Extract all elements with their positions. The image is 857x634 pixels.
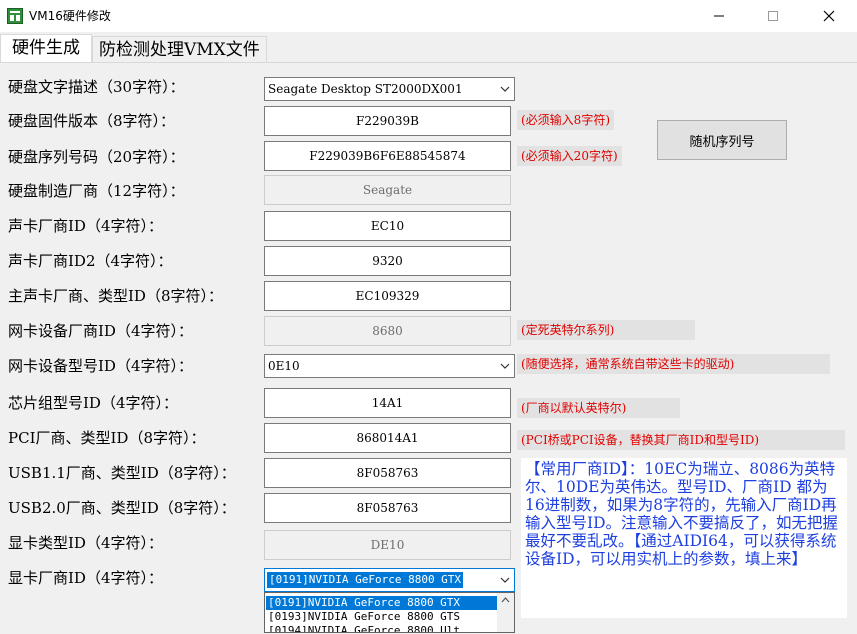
disk-vendor-label: 硬盘制造厂商（12字符）： [8, 182, 185, 200]
dropdown-scrollbar[interactable] [497, 593, 514, 632]
disk-desc-combo[interactable]: Seagate Desktop ST2000DX001 [264, 77, 515, 101]
gpu-type-label: 显卡类型ID（4字符）： [8, 534, 163, 552]
chevron-down-icon[interactable] [496, 355, 514, 377]
close-button[interactable] [806, 0, 852, 32]
nic-model-combo[interactable]: 0E10 [264, 354, 515, 378]
close-icon [823, 10, 835, 22]
maximize-button[interactable] [750, 0, 796, 32]
disk-fw-note: (必须输入8字符) [517, 110, 614, 130]
disk-serial-note: (必须输入20字符) [517, 146, 622, 166]
gpu-vendor-dropdown[interactable]: [0191]NVIDIA GeForce 8800 GTX [0193]NVID… [264, 592, 515, 633]
minimize-button[interactable] [696, 0, 742, 32]
sound-vendor2-input[interactable]: 9320 [264, 246, 511, 276]
pci-note: (PCI桥或PCI设备，替换其厂商ID和型号ID) [517, 430, 845, 450]
window-title: VM16硬件修改 [29, 9, 111, 23]
usb11-label: USB1.1厂商、类型ID（8字符）： [8, 464, 236, 482]
pci-label: PCI厂商、类型ID（8字符）： [8, 429, 206, 447]
disk-desc-value: Seagate Desktop ST2000DX001 [268, 82, 463, 96]
main-sound-input[interactable]: EC109329 [264, 281, 511, 311]
gpu-vendor-combo[interactable]: [0191]NVIDIA GeForce 8800 GTX [264, 568, 515, 592]
gpu-option[interactable]: [0194]NVIDIA GeForce 8800 Ult [266, 624, 498, 632]
pci-input[interactable]: 868014A1 [264, 423, 511, 453]
minimize-icon [714, 15, 724, 17]
gpu-vendor-label: 显卡厂商ID（4字符）： [8, 569, 163, 587]
title-bar: VM16硬件修改 [0, 0, 857, 32]
gpu-option[interactable]: [0191]NVIDIA GeForce 8800 GTX [266, 596, 498, 610]
main-sound-label: 主声卡厂商、类型ID（8字符）： [8, 287, 223, 305]
chevron-up-icon[interactable] [497, 593, 514, 607]
chipset-note: (厂商以默认英特尔) [517, 398, 680, 418]
disk-vendor-input: Seagate [264, 175, 511, 205]
disk-serial-label: 硬盘序列号码（20字符）： [8, 148, 185, 166]
disk-desc-label: 硬盘文字描述（30字符）： [8, 78, 185, 96]
nic-model-label: 网卡设备型号ID（4字符）： [8, 357, 193, 375]
nic-model-value: 0E10 [268, 359, 300, 373]
disk-fw-input[interactable]: F229039B [264, 106, 511, 136]
tab-strip: 硬件生成 防检测处理VMX文件 [0, 32, 857, 65]
random-serial-button[interactable]: 随机序列号 [657, 120, 787, 160]
maximize-icon [768, 11, 778, 21]
sound-vendor-label: 声卡厂商ID（4字符）： [8, 217, 163, 235]
sound-vendor-input[interactable]: EC10 [264, 211, 511, 241]
nic-vendor-label: 网卡设备厂商ID（4字符）： [8, 322, 193, 340]
usb20-input[interactable]: 8F058763 [264, 493, 511, 523]
gpu-option[interactable]: [0193]NVIDIA GeForce 8800 GTS [266, 610, 498, 624]
chipset-label: 芯片组型号ID（4字符）： [8, 394, 178, 412]
nic-model-note: (随便选择，通常系统自带这些卡的驱动) [517, 354, 830, 374]
sound-vendor2-label: 声卡厂商ID2（4字符）： [8, 252, 173, 270]
tab-vmx-anti-detect[interactable]: 防检测处理VMX文件 [92, 36, 267, 63]
gpu-vendor-value: [0191]NVIDIA GeForce 8800 GTX [267, 572, 464, 588]
disk-fw-label: 硬盘固件版本（8字符）： [8, 112, 176, 130]
vendor-id-help-text: 【常用厂商ID】：10EC为瑞立、8086为英特尔、10DE为英伟达。型号ID、… [521, 458, 847, 618]
chevron-down-icon[interactable] [496, 78, 514, 100]
tab-hardware-generate[interactable]: 硬件生成 [0, 34, 92, 65]
chipset-input[interactable]: 14A1 [264, 388, 511, 418]
nic-vendor-note: (定死英特尔系列) [517, 320, 695, 340]
usb11-input[interactable]: 8F058763 [264, 458, 511, 488]
app-icon [7, 8, 23, 24]
chevron-down-icon[interactable] [496, 569, 514, 591]
disk-serial-input[interactable]: F229039B6F6E88545874 [264, 141, 511, 171]
nic-vendor-input: 8680 [264, 316, 511, 346]
usb20-label: USB2.0厂商、类型ID（8字符）： [8, 499, 236, 517]
gpu-type-input: DE10 [264, 530, 511, 560]
